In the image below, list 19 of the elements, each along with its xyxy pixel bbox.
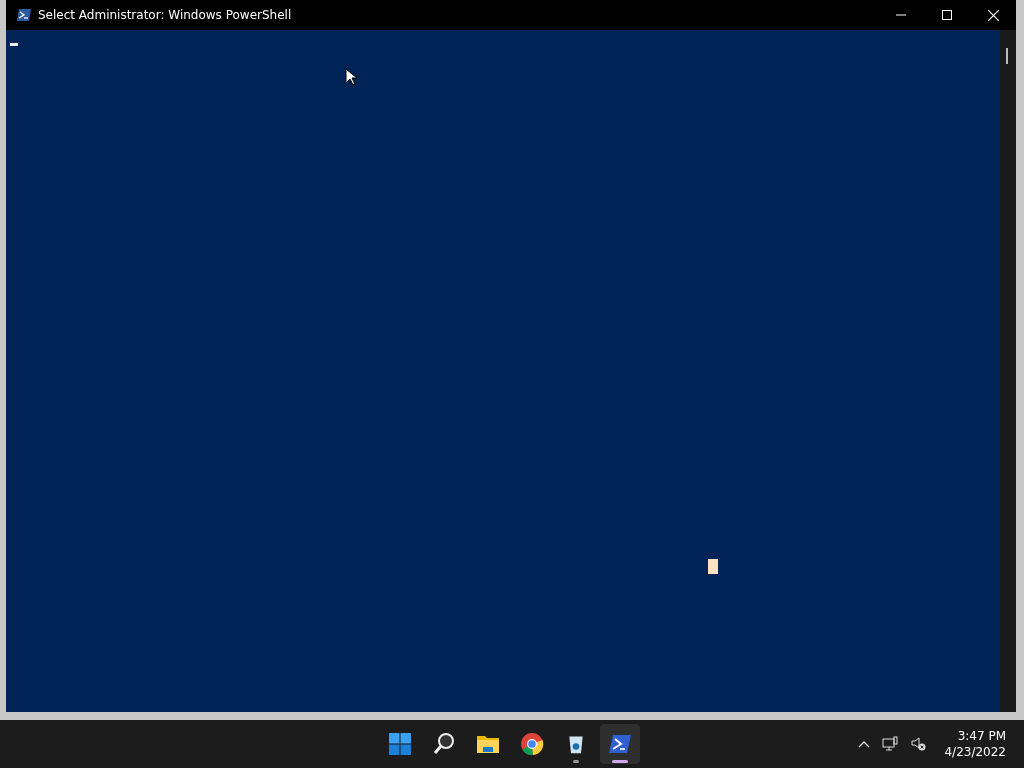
- taskbar-button[interactable]: [600, 724, 640, 764]
- speaker-muted-icon[interactable]: [910, 736, 927, 752]
- mouse-pointer-icon: [345, 68, 357, 86]
- windows-logo-icon: [388, 732, 412, 756]
- search-icon: [432, 732, 456, 756]
- clock[interactable]: 3:47 PM 4/23/2022: [944, 728, 1006, 760]
- terminal-icon: [16, 7, 32, 23]
- network-icon[interactable]: [882, 736, 899, 752]
- scrollbar[interactable]: [1000, 30, 1016, 712]
- browser-icon: [520, 732, 544, 756]
- close-icon: [987, 9, 999, 21]
- clock-time: 3:47 PM: [957, 728, 1006, 744]
- clock-date: 4/23/2022: [944, 744, 1006, 760]
- chevron-up-icon[interactable]: [858, 740, 871, 748]
- block-cursor: [708, 559, 718, 574]
- window-title: Select Administrator: Windows PowerShell: [38, 8, 292, 22]
- maximize-icon: [942, 10, 952, 20]
- terminal-icon: [608, 732, 632, 756]
- text-cursor: [10, 43, 18, 46]
